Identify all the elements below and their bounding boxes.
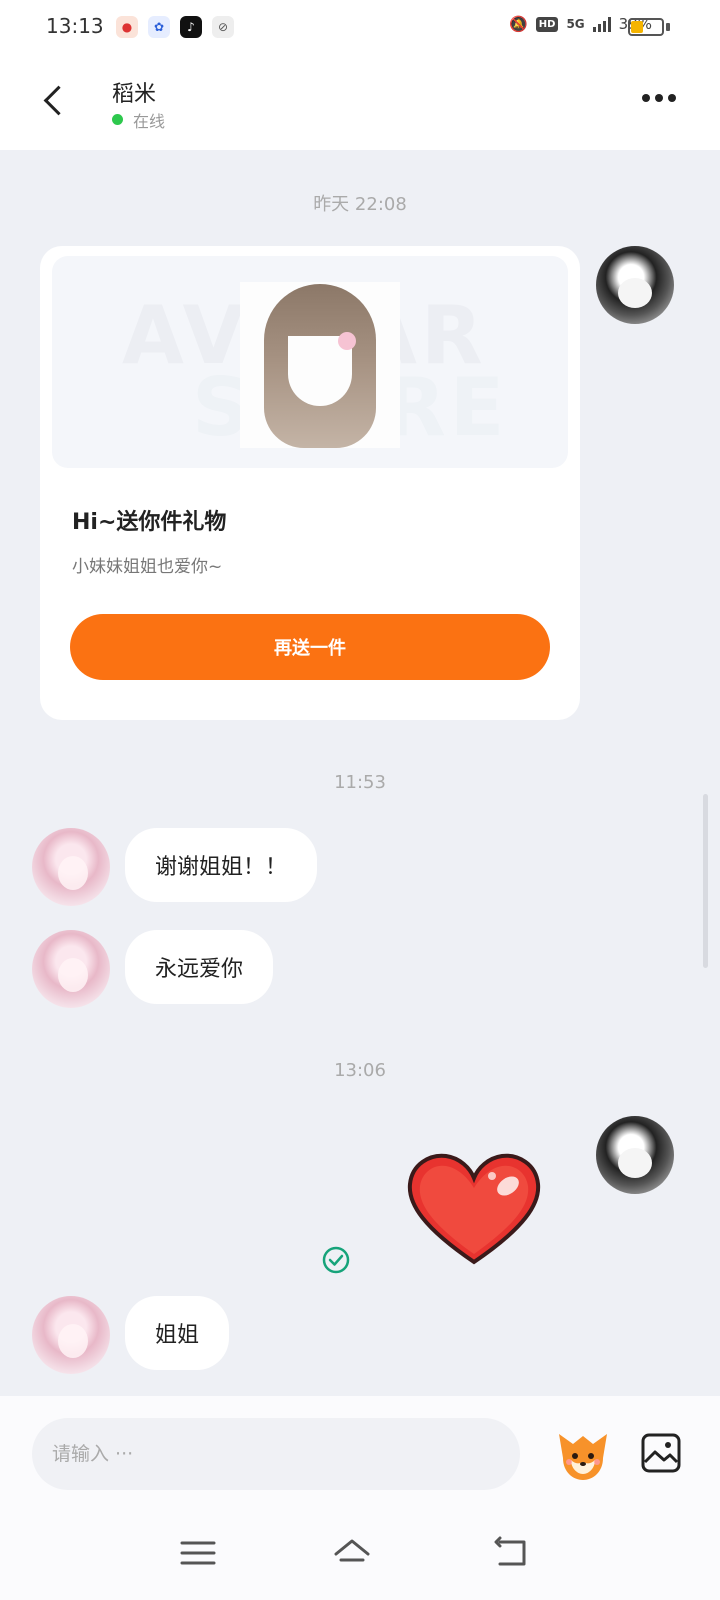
message-timestamp: 昨天 22:08	[313, 194, 407, 215]
gift-subtitle: 小妹妹姐姐也爱你~	[72, 557, 223, 577]
message-bubble[interactable]: 谢谢姐姐！！	[125, 828, 318, 902]
gift-avatar-image	[240, 282, 400, 448]
hd-icon: HD	[535, 16, 559, 32]
check-circle-icon	[322, 1246, 350, 1274]
battery-level	[631, 21, 643, 33]
message-bubble[interactable]: 姐姐	[125, 1296, 230, 1370]
tiktok-icon: ♪	[180, 16, 202, 38]
menu-icon[interactable]	[178, 1536, 218, 1570]
contact-avatar[interactable]	[32, 828, 110, 906]
message-timestamp: 13:06	[334, 1060, 386, 1081]
back-button[interactable]	[36, 78, 72, 124]
signal-icon	[592, 16, 611, 32]
message-input[interactable]	[32, 1418, 520, 1490]
fox-emoji-icon[interactable]	[553, 1426, 613, 1482]
send-another-gift-button[interactable]: 再送一件	[70, 614, 550, 680]
my-avatar[interactable]	[596, 1116, 674, 1194]
online-status-dot	[112, 114, 123, 125]
contact-avatar[interactable]	[32, 1296, 110, 1374]
mute-icon: 🔕	[509, 15, 528, 33]
status-bar: 13:13 ● ✿ ♪ ⊘ 🔕 HD 5G 39%	[0, 0, 720, 52]
link-app-icon: ⊘	[212, 16, 234, 38]
image-icon[interactable]	[640, 1432, 682, 1474]
status-time: 13:13	[46, 14, 104, 38]
scrollbar[interactable]	[703, 794, 708, 968]
heart-sticker[interactable]	[404, 1150, 544, 1268]
hair-clip	[338, 332, 356, 350]
more-dot	[668, 94, 676, 102]
my-avatar[interactable]	[596, 246, 674, 324]
baidu-icon: ✿	[148, 16, 170, 38]
chat-area[interactable]: 昨天 22:08 AVATAR STORE Hi~送你件礼物 小妹妹姐姐也爱你~…	[0, 150, 720, 1396]
gift-card-message[interactable]: AVATAR STORE Hi~送你件礼物 小妹妹姐姐也爱你~ 再送一件	[40, 246, 580, 720]
notification-icons: ● ✿ ♪ ⊘	[116, 16, 234, 38]
battery-icon	[628, 18, 664, 36]
contact-name: 稻米	[112, 82, 157, 107]
system-nav-bar	[0, 1498, 720, 1600]
message-timestamp: 11:53	[334, 772, 386, 793]
network-label: 5G	[566, 17, 585, 31]
input-bar	[0, 1396, 720, 1498]
message-bubble[interactable]: 永远爱你	[125, 930, 274, 1004]
more-dot	[655, 94, 663, 102]
gift-title: Hi~送你件礼物	[72, 510, 227, 535]
more-dot	[642, 94, 650, 102]
gift-banner: AVATAR STORE	[52, 256, 568, 468]
battery-tip	[666, 23, 670, 31]
back-nav-icon[interactable]	[490, 1536, 530, 1570]
home-icon[interactable]	[332, 1536, 372, 1570]
online-status-label: 在线	[133, 112, 166, 131]
more-options-button[interactable]	[642, 94, 676, 102]
chat-header: 稻米 在线	[0, 52, 720, 150]
app-notification-icon: ●	[116, 16, 138, 38]
contact-avatar[interactable]	[32, 930, 110, 1008]
